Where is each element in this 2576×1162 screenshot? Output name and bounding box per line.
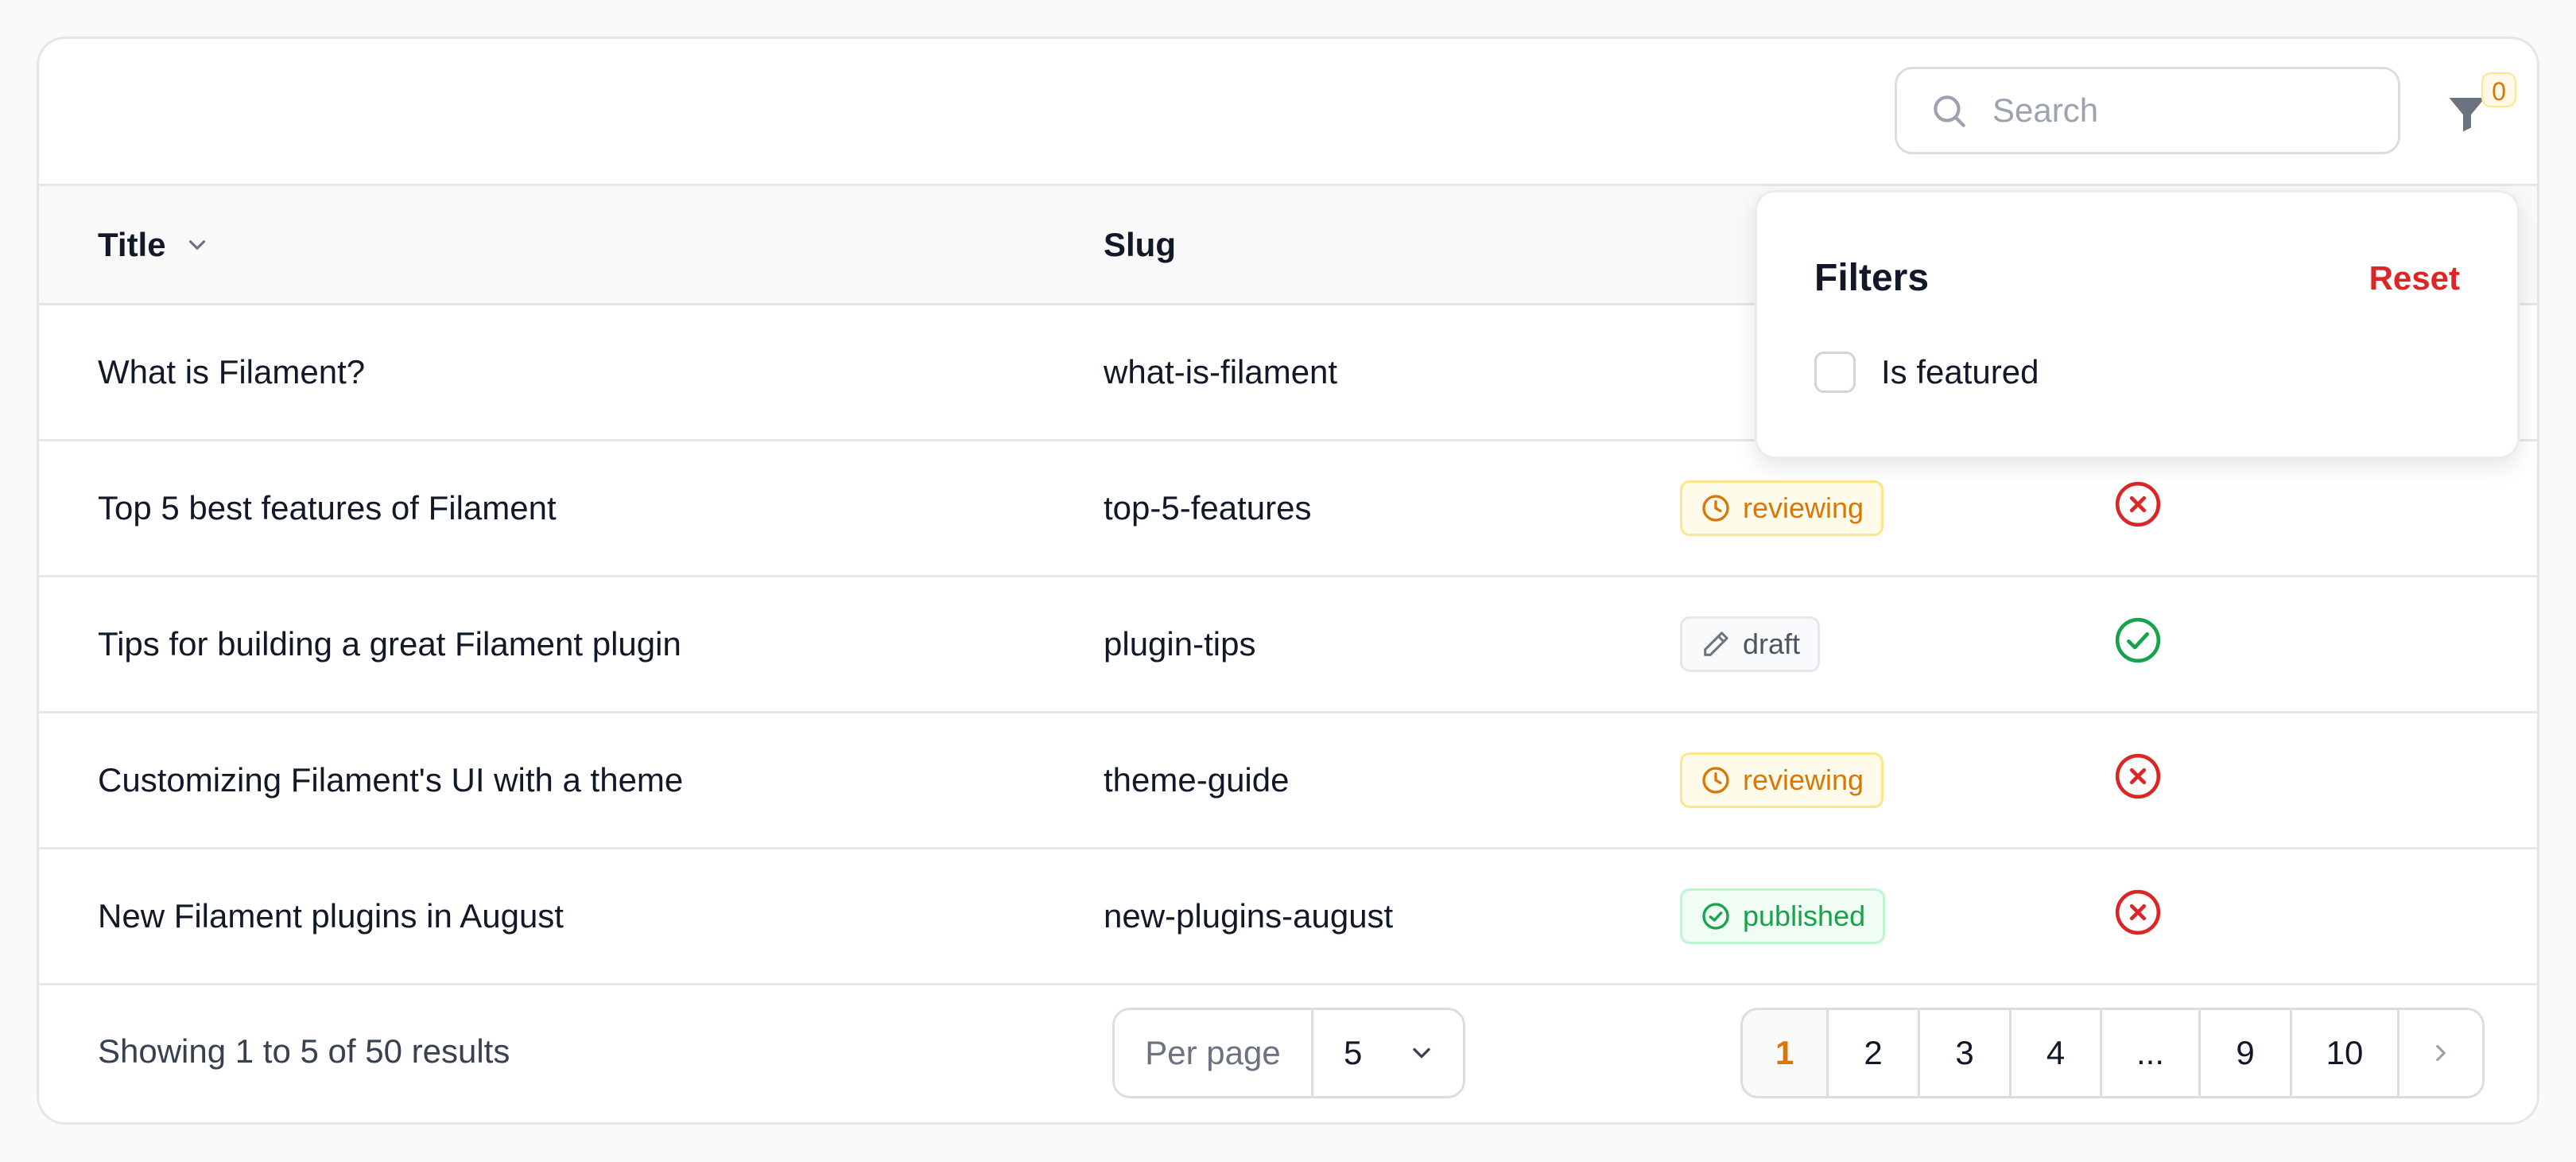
status-badge: reviewing bbox=[1680, 752, 1884, 808]
next-page-button[interactable] bbox=[2399, 1010, 2482, 1096]
is-featured-label[interactable]: Is featured bbox=[1881, 353, 2039, 391]
cell-slug: plugin-tips bbox=[1104, 576, 1680, 713]
status-badge: reviewing bbox=[1680, 480, 1884, 536]
cell-title: Customizing Filament's UI with a theme bbox=[39, 712, 1104, 849]
x-circle-icon bbox=[2115, 889, 2161, 935]
status-badge: draft bbox=[1680, 616, 1821, 672]
cell-slug: theme-guide bbox=[1104, 712, 1680, 849]
search-input[interactable] bbox=[1991, 91, 2376, 130]
per-page-value-box[interactable]: 5 bbox=[1313, 1034, 1463, 1072]
status-label: draft bbox=[1743, 628, 1801, 660]
cell-featured bbox=[2113, 848, 2537, 985]
chevron-right-icon bbox=[2436, 1044, 2446, 1062]
column-header-title[interactable]: Title bbox=[39, 184, 1104, 305]
column-slug-label: Slug bbox=[1104, 225, 1176, 263]
filter-button[interactable]: 0 bbox=[2432, 71, 2516, 150]
clock-icon bbox=[1702, 767, 1729, 794]
results-summary: Showing 1 to 5 of 50 results bbox=[98, 1032, 510, 1070]
column-title-label: Title bbox=[98, 225, 166, 263]
cell-status: published bbox=[1680, 848, 2113, 985]
table-footer: Showing 1 to 5 of 50 results Per page 5 … bbox=[39, 981, 2537, 1122]
cell-title: New Filament plugins in August bbox=[39, 848, 1104, 985]
chevron-down-icon bbox=[1413, 1047, 1430, 1059]
status-label: reviewing bbox=[1743, 492, 1864, 524]
x-circle-icon bbox=[2115, 481, 2161, 527]
filter-count-badge: 0 bbox=[2481, 72, 2516, 107]
filters-dropdown: Filters Reset Is featured bbox=[1755, 190, 2520, 459]
page-button-1[interactable]: 1 bbox=[1743, 1010, 1829, 1096]
search-icon bbox=[1934, 95, 1965, 127]
search-field[interactable] bbox=[1895, 67, 2400, 154]
cell-status: reviewing bbox=[1680, 440, 2113, 577]
table-row[interactable]: Customizing Filament's UI with a theme t… bbox=[39, 712, 2537, 849]
table-row[interactable]: New Filament plugins in August new-plugi… bbox=[39, 848, 2537, 985]
is-featured-checkbox[interactable] bbox=[1814, 352, 1856, 393]
check-circle-icon bbox=[1702, 903, 1729, 930]
cell-status: reviewing bbox=[1680, 712, 2113, 849]
filter-is-featured[interactable]: Is featured bbox=[1814, 352, 2039, 393]
per-page-value: 5 bbox=[1344, 1034, 1363, 1071]
status-label: published bbox=[1743, 900, 1866, 932]
cell-title: Top 5 best features of Filament bbox=[39, 440, 1104, 577]
per-page-label: Per page bbox=[1115, 1010, 1313, 1096]
status-badge: published bbox=[1680, 888, 1886, 944]
page-ellipsis: ... bbox=[2102, 1010, 2201, 1096]
clock-icon bbox=[1702, 495, 1729, 522]
page-button-3[interactable]: 3 bbox=[1920, 1010, 2012, 1096]
table-toolbar: 0 bbox=[39, 39, 2537, 184]
check-circle-icon bbox=[2115, 617, 2161, 663]
per-page-select[interactable]: Per page 5 bbox=[1112, 1008, 1465, 1098]
pencil-icon bbox=[1704, 632, 1728, 656]
cell-featured bbox=[2113, 712, 2537, 849]
pagination: 1 2 3 4 ... 9 10 bbox=[1740, 1008, 2485, 1098]
page-button-2[interactable]: 2 bbox=[1829, 1010, 1920, 1096]
x-circle-icon bbox=[2115, 753, 2161, 799]
table-card: 0 Title Slug What is Filament? what-is-f… bbox=[37, 37, 2539, 1125]
reset-filters-button[interactable]: Reset bbox=[2369, 259, 2460, 297]
cell-slug: new-plugins-august bbox=[1104, 848, 1680, 985]
cell-featured bbox=[2113, 440, 2537, 577]
table-row[interactable]: Top 5 best features of Filament top-5-fe… bbox=[39, 440, 2537, 577]
cell-featured bbox=[2113, 576, 2537, 713]
status-label: reviewing bbox=[1743, 764, 1864, 796]
page-button-4[interactable]: 4 bbox=[2012, 1010, 2102, 1096]
cell-title: What is Filament? bbox=[39, 304, 1104, 441]
page-button-10[interactable]: 10 bbox=[2292, 1010, 2399, 1096]
cell-status: draft bbox=[1680, 576, 2113, 713]
cell-slug: what-is-filament bbox=[1104, 304, 1680, 441]
page-button-9[interactable]: 9 bbox=[2201, 1010, 2292, 1096]
cell-slug: top-5-features bbox=[1104, 440, 1680, 577]
chevron-down-icon[interactable] bbox=[184, 231, 211, 258]
table-row[interactable]: Tips for building a great Filament plugi… bbox=[39, 576, 2537, 713]
cell-title: Tips for building a great Filament plugi… bbox=[39, 576, 1104, 713]
filters-heading: Filters bbox=[1814, 257, 1930, 299]
column-header-slug: Slug bbox=[1104, 184, 1680, 305]
